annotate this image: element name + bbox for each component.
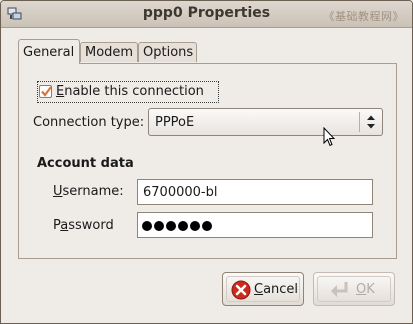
enable-connection-checkbox[interactable]: [39, 85, 52, 98]
password-dot: [202, 221, 212, 231]
password-dot: [142, 221, 152, 231]
cancel-icon: [231, 280, 251, 304]
account-data-heading: Account data: [37, 156, 134, 171]
checkmark-icon: [41, 86, 52, 97]
up-down-arrows-icon: [366, 114, 376, 134]
username-value: 6700000-bl: [143, 185, 218, 200]
ok-arrow-icon: [328, 280, 350, 304]
general-panel: Enable this connection Connection type: …: [18, 63, 397, 259]
ok-button-label: OK: [356, 282, 375, 297]
connection-type-label: Connection type:: [33, 115, 145, 130]
title-bar[interactable]: ppp0 Properties 《基础教程网》: [1, 1, 412, 28]
connection-type-select[interactable]: PPPoE: [148, 108, 383, 136]
enable-connection-checkbox-row[interactable]: Enable this connection: [37, 81, 219, 103]
connection-type-value: PPPoE: [155, 115, 195, 130]
tab-modem-label: Modem: [85, 45, 134, 60]
tab-options[interactable]: Options: [138, 42, 197, 62]
username-label: Username:: [53, 184, 124, 199]
cancel-button[interactable]: Cancel: [222, 272, 304, 306]
password-dot: [190, 221, 200, 231]
username-input[interactable]: 6700000-bl: [137, 179, 373, 205]
combo-separator: [359, 112, 360, 132]
password-label: Password: [53, 218, 114, 233]
cancel-button-label: Cancel: [254, 282, 299, 297]
ok-button[interactable]: OK: [313, 272, 395, 306]
tab-options-label: Options: [143, 45, 194, 60]
tab-general[interactable]: General: [18, 39, 80, 64]
tab-modem[interactable]: Modem: [80, 42, 138, 62]
enable-connection-label: Enable this connection: [56, 84, 204, 99]
mouse-pointer-icon: [323, 126, 336, 151]
tab-general-label: General: [23, 45, 75, 60]
watermark-text: 《基础教程网》: [323, 10, 404, 23]
password-input[interactable]: [137, 212, 373, 238]
password-dot: [154, 221, 164, 231]
properties-dialog: ppp0 Properties 《基础教程网》 General Modem Op…: [0, 0, 413, 324]
password-mask: [142, 220, 214, 235]
password-dot: [178, 221, 188, 231]
password-dot: [166, 221, 176, 231]
